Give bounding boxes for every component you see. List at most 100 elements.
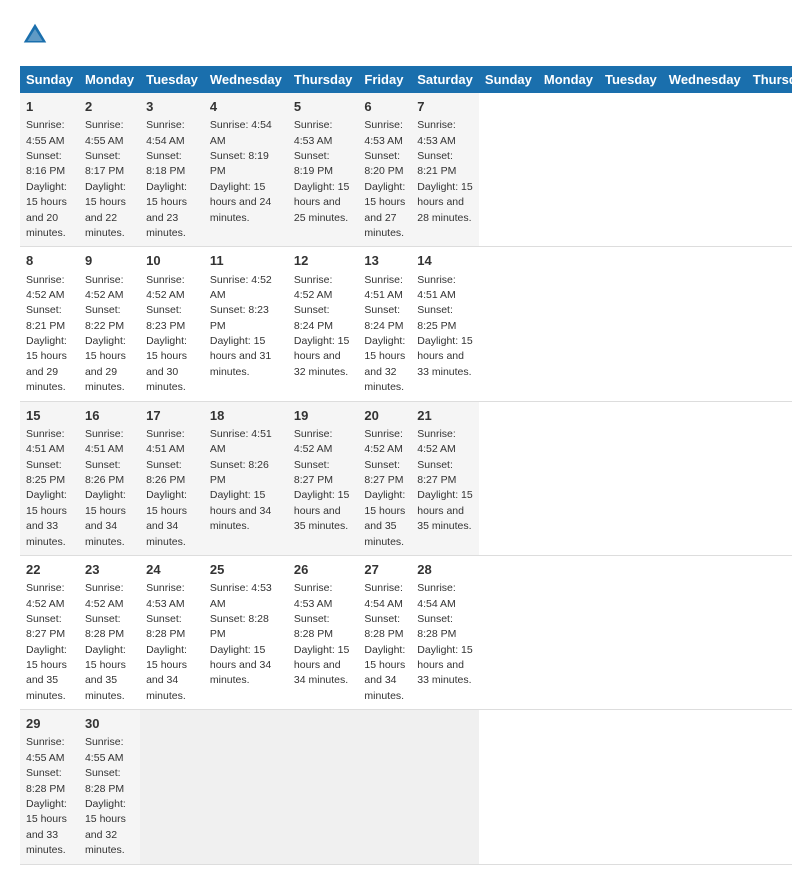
day-cell: 1Sunrise: 4:55 AMSunset: 8:16 PMDaylight…	[20, 93, 79, 247]
day-detail: Sunrise: 4:52 AMSunset: 8:27 PMDaylight:…	[417, 428, 472, 532]
day-number: 6	[364, 98, 405, 116]
day-detail: Sunrise: 4:53 AMSunset: 8:28 PMDaylight:…	[210, 582, 272, 686]
day-cell: 12 Sunrise: 4:52 AMSunset: 8:24 PMDayligh…	[288, 247, 359, 401]
column-header-thursday: Thursday	[288, 66, 359, 93]
day-cell: 18 Sunrise: 4:51 AMSunset: 8:26 PMDayligh…	[204, 401, 288, 555]
day-cell: 17 Sunrise: 4:51 AMSunset: 8:26 PMDayligh…	[140, 401, 204, 555]
day-number: 4	[210, 98, 282, 116]
day-detail: Sunrise: 4:52 AMSunset: 8:23 PMDaylight:…	[146, 274, 187, 394]
col-header-sunday: Sunday	[479, 66, 538, 93]
day-cell	[140, 710, 204, 864]
day-detail: Sunrise: 4:51 AMSunset: 8:26 PMDaylight:…	[85, 428, 126, 548]
day-detail: Sunrise: 4:52 AMSunset: 8:22 PMDaylight:…	[85, 274, 126, 394]
day-number: 7	[417, 98, 473, 116]
day-number: 15	[26, 407, 73, 425]
day-detail: Sunrise: 4:54 AMSunset: 8:18 PMDaylight:…	[146, 119, 187, 239]
column-header-friday: Friday	[358, 66, 411, 93]
week-row-5: 29 Sunrise: 4:55 AMSunset: 8:28 PMDayligh…	[20, 710, 792, 864]
column-header-saturday: Saturday	[411, 66, 479, 93]
calendar-table: SundayMondayTuesdayWednesdayThursdayFrid…	[20, 66, 792, 865]
day-number: 24	[146, 561, 198, 579]
day-cell: 20Sunrise: 4:52 AMSunset: 8:27 PMDayligh…	[358, 401, 411, 555]
day-cell: 27Sunrise: 4:54 AMSunset: 8:28 PMDayligh…	[358, 555, 411, 709]
day-number: 11	[210, 252, 282, 270]
day-detail: Sunrise: 4:53 AMSunset: 8:20 PMDaylight:…	[364, 119, 405, 239]
day-number: 29	[26, 715, 73, 733]
col-header-thursday: Thursday	[747, 66, 792, 93]
day-cell: 16 Sunrise: 4:51 AMSunset: 8:26 PMDayligh…	[79, 401, 140, 555]
day-cell: 2 Sunrise: 4:55 AMSunset: 8:17 PMDaylight…	[79, 93, 140, 247]
day-detail: Sunrise: 4:55 AMSunset: 8:16 PMDaylight:…	[26, 119, 67, 239]
day-detail: Sunrise: 4:52 AMSunset: 8:24 PMDaylight:…	[294, 274, 349, 378]
logo-icon	[20, 20, 50, 50]
day-number: 25	[210, 561, 282, 579]
day-detail: Sunrise: 4:51 AMSunset: 8:26 PMDaylight:…	[146, 428, 187, 548]
day-detail: Sunrise: 4:52 AMSunset: 8:27 PMDaylight:…	[364, 428, 405, 548]
day-number: 30	[85, 715, 134, 733]
day-number: 16	[85, 407, 134, 425]
day-number: 5	[294, 98, 353, 116]
day-detail: Sunrise: 4:54 AMSunset: 8:28 PMDaylight:…	[417, 582, 472, 686]
col-header-wednesday: Wednesday	[663, 66, 747, 93]
day-detail: Sunrise: 4:51 AMSunset: 8:26 PMDaylight:…	[210, 428, 272, 532]
day-cell: 19Sunrise: 4:52 AMSunset: 8:27 PMDayligh…	[288, 401, 359, 555]
day-cell	[204, 710, 288, 864]
column-header-wednesday: Wednesday	[204, 66, 288, 93]
col-header-monday: Monday	[538, 66, 599, 93]
day-detail: Sunrise: 4:51 AMSunset: 8:25 PMDaylight:…	[417, 274, 472, 378]
day-number: 23	[85, 561, 134, 579]
day-number: 14	[417, 252, 473, 270]
day-number: 18	[210, 407, 282, 425]
day-cell: 14 Sunrise: 4:51 AMSunset: 8:25 PMDayligh…	[411, 247, 479, 401]
column-header-tuesday: Tuesday	[140, 66, 204, 93]
day-detail: Sunrise: 4:52 AMSunset: 8:23 PMDaylight:…	[210, 274, 272, 378]
day-number: 27	[364, 561, 405, 579]
day-cell: 13Sunrise: 4:51 AMSunset: 8:24 PMDayligh…	[358, 247, 411, 401]
day-number: 12	[294, 252, 353, 270]
day-number: 17	[146, 407, 198, 425]
day-detail: Sunrise: 4:55 AMSunset: 8:28 PMDaylight:…	[85, 736, 126, 856]
week-row-2: 8Sunrise: 4:52 AMSunset: 8:21 PMDaylight…	[20, 247, 792, 401]
day-cell: 15 Sunrise: 4:51 AMSunset: 8:25 PMDayligh…	[20, 401, 79, 555]
day-detail: Sunrise: 4:53 AMSunset: 8:28 PMDaylight:…	[294, 582, 349, 686]
day-cell: 26 Sunrise: 4:53 AMSunset: 8:28 PMDayligh…	[288, 555, 359, 709]
day-number: 9	[85, 252, 134, 270]
page-header	[20, 20, 772, 50]
day-cell: 4 Sunrise: 4:54 AMSunset: 8:19 PMDaylight…	[204, 93, 288, 247]
column-header-sunday: Sunday	[20, 66, 79, 93]
day-cell: 3 Sunrise: 4:54 AMSunset: 8:18 PMDaylight…	[140, 93, 204, 247]
day-detail: Sunrise: 4:55 AMSunset: 8:17 PMDaylight:…	[85, 119, 126, 239]
day-cell	[358, 710, 411, 864]
logo	[20, 20, 54, 50]
column-header-monday: Monday	[79, 66, 140, 93]
day-detail: Sunrise: 4:54 AMSunset: 8:19 PMDaylight:…	[210, 119, 272, 223]
week-row-3: 15 Sunrise: 4:51 AMSunset: 8:25 PMDayligh…	[20, 401, 792, 555]
day-cell: 10 Sunrise: 4:52 AMSunset: 8:23 PMDayligh…	[140, 247, 204, 401]
day-cell: 11 Sunrise: 4:52 AMSunset: 8:23 PMDayligh…	[204, 247, 288, 401]
day-cell: 6 Sunrise: 4:53 AMSunset: 8:20 PMDaylight…	[358, 93, 411, 247]
day-cell: 22Sunrise: 4:52 AMSunset: 8:27 PMDayligh…	[20, 555, 79, 709]
day-cell: 28 Sunrise: 4:54 AMSunset: 8:28 PMDayligh…	[411, 555, 479, 709]
day-detail: Sunrise: 4:51 AMSunset: 8:25 PMDaylight:…	[26, 428, 67, 548]
col-header-tuesday: Tuesday	[599, 66, 663, 93]
day-number: 26	[294, 561, 353, 579]
day-number: 2	[85, 98, 134, 116]
day-cell: 23 Sunrise: 4:52 AMSunset: 8:28 PMDayligh…	[79, 555, 140, 709]
week-row-4: 22Sunrise: 4:52 AMSunset: 8:27 PMDayligh…	[20, 555, 792, 709]
day-detail: Sunrise: 4:53 AMSunset: 8:21 PMDaylight:…	[417, 119, 472, 223]
day-number: 28	[417, 561, 473, 579]
day-cell: 30 Sunrise: 4:55 AMSunset: 8:28 PMDayligh…	[79, 710, 140, 864]
day-number: 22	[26, 561, 73, 579]
day-cell: 9 Sunrise: 4:52 AMSunset: 8:22 PMDaylight…	[79, 247, 140, 401]
day-cell: 29 Sunrise: 4:55 AMSunset: 8:28 PMDayligh…	[20, 710, 79, 864]
day-number: 13	[364, 252, 405, 270]
day-detail: Sunrise: 4:55 AMSunset: 8:28 PMDaylight:…	[26, 736, 67, 856]
day-number: 8	[26, 252, 73, 270]
day-detail: Sunrise: 4:52 AMSunset: 8:28 PMDaylight:…	[85, 582, 126, 702]
day-detail: Sunrise: 4:53 AMSunset: 8:19 PMDaylight:…	[294, 119, 349, 223]
day-detail: Sunrise: 4:53 AMSunset: 8:28 PMDaylight:…	[146, 582, 187, 702]
day-number: 3	[146, 98, 198, 116]
day-cell: 24 Sunrise: 4:53 AMSunset: 8:28 PMDayligh…	[140, 555, 204, 709]
day-number: 10	[146, 252, 198, 270]
day-cell	[288, 710, 359, 864]
